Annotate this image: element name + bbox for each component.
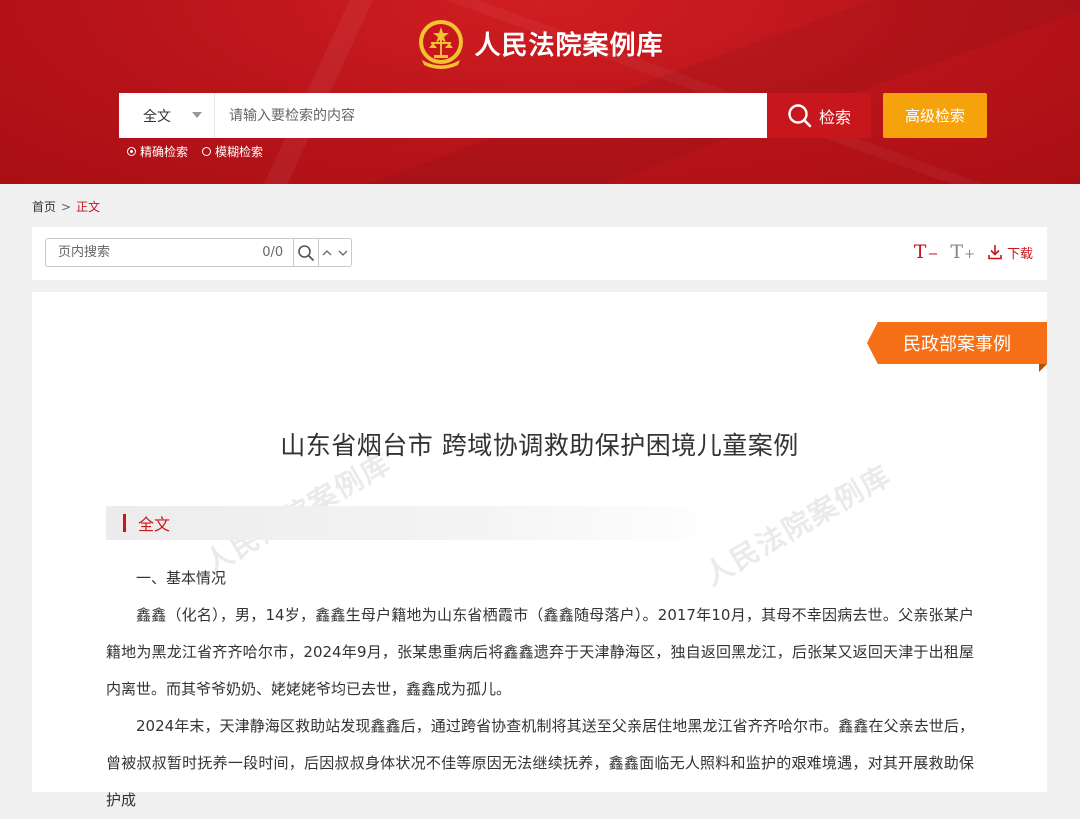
download-label: 下载 — [1006, 246, 1033, 262]
match-count: 0/0 — [262, 245, 284, 260]
chevron-up-icon — [322, 249, 332, 255]
search-mode-options: 精确检索 模糊检索 — [127, 143, 263, 160]
font-smaller-sign: − — [927, 247, 939, 262]
search-icon — [788, 103, 812, 127]
search-input[interactable] — [215, 93, 767, 138]
mode-fuzzy[interactable]: 模糊检索 — [202, 143, 263, 160]
search-scope-select[interactable]: 全文 — [119, 93, 215, 138]
increase-font-button[interactable]: T + — [950, 241, 975, 263]
in-page-search-input[interactable] — [46, 239, 240, 266]
in-page-search: 0/0 — [45, 238, 352, 267]
in-page-search-button[interactable] — [293, 239, 318, 266]
chevron-down-icon — [338, 250, 348, 256]
download-icon — [988, 245, 1002, 260]
search-button[interactable]: 检索 — [767, 93, 871, 138]
ribbon-fold — [1039, 364, 1047, 372]
radio-selected-icon — [127, 147, 136, 156]
paragraph: 鑫鑫（化名），男，14岁，鑫鑫生母户籍地为山东省栖霞市（鑫鑫随母落户）。2017… — [106, 606, 974, 698]
font-larger-icon: T — [950, 241, 964, 263]
document-body: 一、基本情况 鑫鑫（化名），男，14岁，鑫鑫生母户籍地为山东省栖霞市（鑫鑫随母落… — [106, 560, 974, 819]
mode-fuzzy-label: 模糊检索 — [215, 145, 264, 159]
download-button[interactable]: 下载 — [987, 243, 1033, 262]
document-title: 山东省烟台市 跨域协调救助保护困境儿童案例 — [280, 431, 799, 460]
site-header: 人民法院案例库 全文 检索 高级检索 精确检索 模糊检索 — [0, 0, 1080, 184]
site-title: 人民法院案例库 — [474, 30, 664, 61]
font-smaller-icon: T — [913, 241, 927, 263]
document-toolbar: 0/0 T− T+ — [32, 227, 1047, 280]
search-scope-value: 全文 — [143, 108, 171, 125]
previous-match-button[interactable] — [318, 239, 335, 266]
section-header: 全文 — [106, 506, 726, 540]
paragraph: 2024年末，天津静海区救助站发现鑫鑫后，通过跨省协查机制将其送至父亲居住地黑龙… — [106, 717, 974, 809]
next-match-button[interactable] — [335, 239, 351, 266]
decrease-font-button[interactable]: T − — [914, 241, 939, 263]
search-icon — [298, 244, 314, 261]
breadcrumb: 首页 > 正文 — [32, 198, 100, 215]
mode-exact[interactable]: 精确检索 — [127, 143, 188, 160]
advanced-search-button[interactable]: 高级检索 — [883, 93, 987, 138]
court-emblem-icon — [416, 15, 466, 71]
section-label: 全文 — [138, 515, 171, 534]
paragraph: 一、基本情况 — [136, 569, 227, 587]
font-larger-sign: + — [964, 247, 975, 262]
chevron-down-icon — [192, 112, 202, 118]
section-marker — [123, 514, 126, 532]
search-bar: 全文 检索 高级检索 — [119, 93, 987, 138]
document-content: 民政部案事例 人民法院案例库 人民法院案例库 山东省烟台市 跨域协调救助保护困境… — [32, 292, 1047, 809]
search-button-label: 检索 — [818, 107, 851, 127]
breadcrumb-separator: > — [61, 200, 72, 214]
mode-exact-label: 精确检索 — [140, 145, 189, 159]
breadcrumb-current: 正文 — [76, 200, 101, 214]
case-category-tag: 民政部案事例 — [867, 322, 1047, 364]
document-tools: T − T + 下载 — [914, 241, 1033, 263]
radio-unselected-icon — [202, 147, 212, 156]
breadcrumb-home[interactable]: 首页 — [32, 200, 56, 214]
brand[interactable]: 人民法院案例库 — [0, 14, 1080, 72]
